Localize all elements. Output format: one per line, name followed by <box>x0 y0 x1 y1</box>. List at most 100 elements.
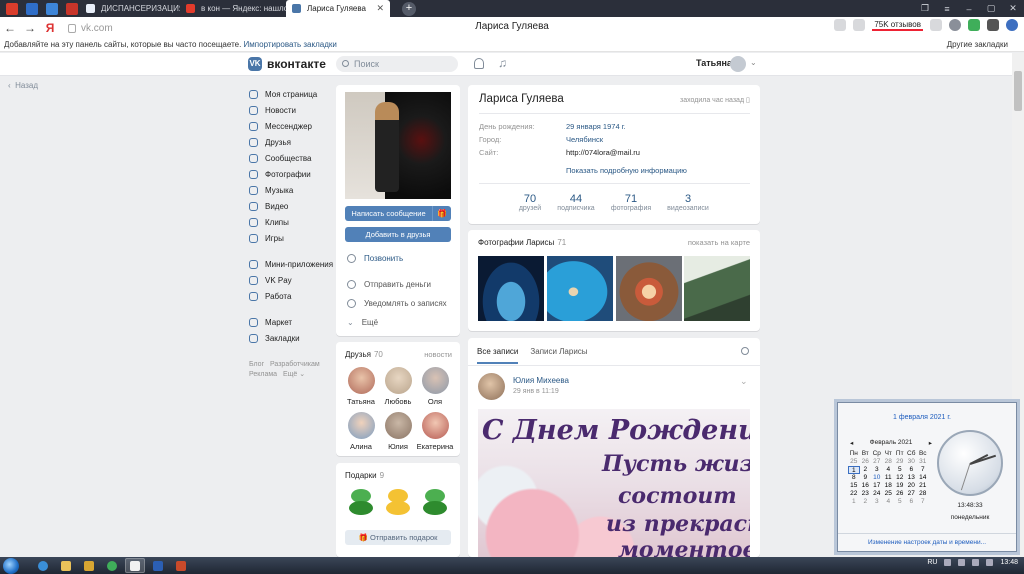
calendar-day[interactable]: 7 <box>917 466 929 474</box>
notify-action[interactable]: Уведомлять о записях <box>347 299 447 308</box>
gift-icon[interactable]: 🎁 <box>432 206 451 221</box>
nav-bookmarks[interactable]: Закладки <box>249 330 333 346</box>
call-action[interactable]: Позвонить <box>347 254 403 263</box>
calendar-day[interactable]: 29 <box>894 458 906 466</box>
search-icon[interactable] <box>741 347 749 355</box>
bell-icon[interactable] <box>474 58 484 69</box>
nav-photos[interactable]: Фотографии <box>249 166 333 182</box>
close-tab-icon[interactable]: ✕ <box>370 3 384 14</box>
stat-videos[interactable]: 3 видеозаписи <box>658 193 718 212</box>
profile-icon[interactable] <box>1006 19 1018 31</box>
import-bookmarks-link[interactable]: Импортировать закладки <box>244 40 337 49</box>
calendar-day[interactable]: 30 <box>906 458 918 466</box>
bookmark-icon[interactable] <box>930 19 942 31</box>
calendar-day[interactable]: 18 <box>883 482 895 490</box>
yandex-logo-icon[interactable]: Я <box>40 21 60 35</box>
info-value-city[interactable]: Челябинск <box>566 135 603 144</box>
nav-friends[interactable]: Друзья <box>249 134 333 150</box>
tab-all-posts[interactable]: Все записи <box>477 347 519 364</box>
calendar-day[interactable]: 14 <box>917 474 929 482</box>
info-value-site[interactable]: http://074lora@mail.ru <box>566 148 640 157</box>
calendar-day[interactable]: 31 <box>917 458 929 466</box>
maximize-icon[interactable]: ▢ <box>980 3 1002 14</box>
calendar-day[interactable]: 23 <box>860 490 872 498</box>
gifts-title[interactable]: Подарки 9 <box>345 471 384 480</box>
calendar-day[interactable]: 9 <box>860 474 872 482</box>
calendar-day[interactable]: 8 <box>848 474 860 482</box>
add-friend-button[interactable]: Добавить в друзья <box>345 227 451 242</box>
calendar-day[interactable]: 27 <box>906 490 918 498</box>
photo-thumb[interactable] <box>616 256 682 321</box>
friend-alina[interactable]: Алина <box>342 412 380 451</box>
calendar-day[interactable]: 26 <box>894 490 906 498</box>
language-indicator[interactable]: RU <box>927 559 937 566</box>
current-user-name[interactable]: Татьяна <box>696 58 732 68</box>
stat-followers[interactable]: 44 подписчика <box>546 193 606 212</box>
calendar-day[interactable]: 25 <box>883 490 895 498</box>
close-window-icon[interactable]: ✕ <box>1002 3 1024 14</box>
nav-work[interactable]: Работа <box>249 288 333 304</box>
footer-ads[interactable]: Реклама <box>249 371 277 378</box>
calendar-day[interactable]: 3 <box>871 466 883 474</box>
reader-icon[interactable] <box>853 19 866 31</box>
date-settings-link[interactable]: Изменение настроек даты и времени... <box>838 533 1016 552</box>
stat-photos[interactable]: 71 фотография <box>601 193 661 212</box>
taskbar-word[interactable] <box>148 558 168 573</box>
tab-yandex-search[interactable]: в кон — Яндекс: нашлось <box>180 0 286 17</box>
translate-icon[interactable] <box>834 19 847 31</box>
gift-turtle-icon[interactable] <box>421 487 449 517</box>
taskbar-yandex[interactable] <box>125 558 145 573</box>
calendar-date-link[interactable]: 1 февраля 2021 г. <box>838 414 1006 421</box>
friend-lyubov[interactable]: Любовь <box>379 367 417 406</box>
write-message-button[interactable]: Написать сообщение <box>345 206 432 221</box>
tray-up-icon[interactable] <box>944 559 952 566</box>
post-image[interactable]: С Днем Рождения! Пусть жизнь состоит из … <box>478 409 750 558</box>
more-action[interactable]: ⌄ Ещё <box>347 318 378 327</box>
chevron-down-icon[interactable]: ⌄ <box>750 58 757 67</box>
friend-olya[interactable]: Оля <box>416 367 454 406</box>
calendar-day[interactable]: 15 <box>848 482 860 490</box>
tab-dispanserizacia[interactable]: ДИСПАНСЕРИЗАЦИЯ 202 <box>80 0 180 17</box>
avatar[interactable] <box>730 56 746 72</box>
taskbar-chrome[interactable] <box>102 558 122 573</box>
calendar-day[interactable]: 20 <box>906 482 918 490</box>
nav-messenger[interactable]: Мессенджер <box>249 118 333 134</box>
tab-vk-profile[interactable]: Лариса Гуляева ✕ <box>286 0 390 17</box>
calendar-day[interactable]: 26 <box>860 458 872 466</box>
calendar-day[interactable]: 3 <box>871 498 883 506</box>
calendar-day[interactable]: 21 <box>917 482 929 490</box>
calendar-day[interactable]: 1 <box>848 466 860 474</box>
calendar-day[interactable]: 6 <box>906 498 918 506</box>
tabs-list-icon[interactable]: ❐ <box>914 3 936 14</box>
battery-icon[interactable] <box>986 559 994 566</box>
nav-news[interactable]: Новости <box>249 102 333 118</box>
gift-turtle-icon[interactable] <box>347 487 375 517</box>
calendar-day[interactable]: 28 <box>917 490 929 498</box>
post-date[interactable]: 29 янв в 11:19 <box>513 388 559 395</box>
show-on-map-link[interactable]: показать на карте <box>688 238 750 247</box>
calendar-day[interactable]: 12 <box>894 474 906 482</box>
calendar-day[interactable]: 24 <box>871 490 883 498</box>
friends-title[interactable]: Друзья 70 <box>345 350 383 359</box>
calendar-day[interactable]: 5 <box>894 466 906 474</box>
calendar-day[interactable]: 22 <box>848 490 860 498</box>
yandex-menu-icon[interactable] <box>6 2 18 15</box>
calendar-day[interactable]: 13 <box>906 474 918 482</box>
vk-search-input[interactable]: Поиск <box>336 56 458 72</box>
profile-photo[interactable] <box>345 92 451 199</box>
nav-music[interactable]: Музыка <box>249 182 333 198</box>
photo-thumb[interactable] <box>478 256 544 321</box>
calendar-day[interactable]: 2 <box>860 498 872 506</box>
prev-month-icon[interactable]: ◂ <box>850 439 853 447</box>
next-month-icon[interactable]: ▸ <box>929 439 932 447</box>
footer-more[interactable]: Ещё <box>283 371 297 378</box>
shield-icon[interactable] <box>968 19 980 31</box>
calendar-day[interactable]: 19 <box>894 482 906 490</box>
taskbar-ie[interactable] <box>33 558 53 573</box>
calendar-day[interactable]: 2 <box>860 466 872 474</box>
gift-dog-icon[interactable] <box>384 487 412 517</box>
nav-my-page[interactable]: Моя страница <box>249 86 333 102</box>
send-money-action[interactable]: Отправить деньги <box>347 280 431 289</box>
tab-own-posts[interactable]: Записи Ларисы <box>530 347 587 364</box>
friends-news-link[interactable]: новости <box>424 350 452 359</box>
